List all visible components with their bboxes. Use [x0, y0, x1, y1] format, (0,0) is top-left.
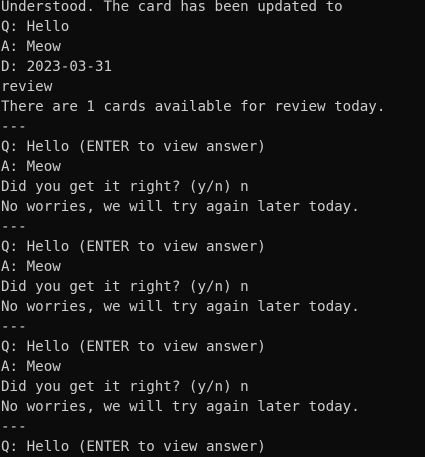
terminal-line: A: Meow: [1, 259, 61, 275]
terminal-line: No worries, we will try again later toda…: [1, 299, 360, 315]
terminal-line: Did you get it right? (y/n) n: [1, 379, 249, 395]
terminal-line: A: Meow: [1, 359, 61, 375]
terminal-line: No worries, we will try again later toda…: [1, 399, 360, 415]
terminal-line: ---: [1, 419, 27, 435]
terminal-line: Q: Hello (ENTER to view answer): [1, 239, 266, 255]
terminal-line: A: Meow: [1, 39, 61, 55]
terminal-line: Q: Hello (ENTER to view answer): [1, 439, 266, 455]
terminal-line: Understood. The card has been updated to: [1, 0, 343, 15]
terminal-line: Q: Hello (ENTER to view answer): [1, 139, 266, 155]
terminal-line: ---: [1, 319, 27, 335]
terminal-line: There are 1 cards available for review t…: [1, 99, 386, 115]
terminal-output[interactable]: Understood. The card has been updated to…: [0, 0, 425, 457]
terminal-line: review: [1, 79, 53, 95]
terminal-line: Q: Hello (ENTER to view answer): [1, 339, 266, 355]
terminal-line: ---: [1, 119, 27, 135]
terminal-line: Did you get it right? (y/n) n: [1, 179, 249, 195]
terminal-line: A: Meow: [1, 159, 61, 175]
terminal-line: ---: [1, 219, 27, 235]
terminal-line: D: 2023-03-31: [1, 59, 113, 75]
terminal-line: Q: Hello: [1, 19, 70, 35]
terminal-line: No worries, we will try again later toda…: [1, 199, 360, 215]
terminal-line: Did you get it right? (y/n) n: [1, 279, 249, 295]
